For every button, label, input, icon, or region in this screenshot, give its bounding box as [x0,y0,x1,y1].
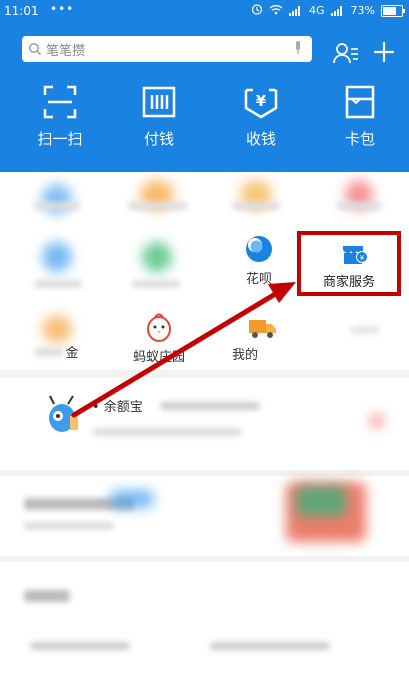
status-bar: 11:01 ••• 4G 73% [0,0,409,24]
blurred-label [350,326,380,334]
quick-action-cards[interactable]: 卡包 [320,84,400,149]
battery-icon [381,4,405,17]
ant-mascot-icon [49,395,78,432]
quick-action-label: 付钱 [143,130,174,148]
blurred-label [336,202,382,210]
blurred-text [92,428,242,436]
status-dots: ••• [50,2,75,16]
merchant-services-label: 商家服务 [322,275,375,290]
huabei-icon [246,236,272,262]
blurred-text [160,402,260,410]
blurred-text [210,642,330,650]
quick-action-label: 收钱 [245,130,276,148]
notice-card[interactable]: • 余额宝 [0,378,409,470]
quick-action-pay[interactable]: 付钱 [119,84,199,149]
blurred-label [34,202,80,210]
blurred-label [128,202,188,210]
blurred-image [296,486,346,516]
search-input[interactable]: 笔笔攒 [22,36,312,62]
app-ant-farm[interactable]: 蚂蚁庄园 [128,312,190,365]
notice-text: • 余额宝 [92,400,143,415]
barcode-icon [142,86,176,118]
shop-icon: ¥ [343,246,368,264]
search-icon [29,43,41,55]
chick-icon [147,313,171,342]
blurred-badge [110,490,154,508]
app-label: 花呗 [245,272,272,287]
card-icon [345,85,375,119]
blurred-text [30,642,130,650]
blurred-label [132,280,180,288]
app-label: 我的 [232,348,259,363]
quick-action-scan[interactable]: 扫一扫 [20,84,100,149]
blurred-app-icon [42,242,72,272]
quick-action-receive[interactable]: ¥ 收钱 [221,84,301,149]
promo-card-2[interactable] [0,562,409,690]
wifi-icon [269,4,283,18]
partial-app-label: 金 [62,342,82,361]
quick-action-label: 扫一扫 [37,130,83,148]
scan-icon [43,85,77,119]
network-type: 4G [309,4,325,17]
truck-icon [249,320,276,338]
quick-action-label: 卡包 [344,130,375,148]
blurred-label [34,280,82,288]
merchant-services-highlight[interactable]: ¥ 商家服务 [297,231,401,296]
blurred-text [24,522,114,530]
microphone-icon[interactable] [294,41,302,55]
app-label: 金 [65,346,79,361]
blurred-label [232,202,280,210]
signal-icon [289,5,303,16]
battery-percent: 73% [350,4,375,17]
app-label: 蚂蚁庄园 [132,350,185,365]
svg-text:¥: ¥ [256,92,267,110]
promo-card[interactable] [0,476,409,556]
plus-icon[interactable] [372,40,396,64]
blurred-text [24,590,70,602]
svg-text:¥: ¥ [360,254,365,262]
search-placeholder: 笔笔攒 [46,43,86,59]
status-time: 11:01 [4,4,39,18]
header: 笔笔攒 扫一扫 付钱 ¥ 收钱 卡包 [0,24,409,172]
blurred-app-icon [142,242,172,272]
blurred-label [34,348,64,356]
alipay-home-screen: 11:01 ••• 4G 73% 笔笔攒 扫一扫 付钱 ¥ 收钱 卡包 花呗 金… [0,0,409,690]
signal-icon-2 [330,5,345,16]
blurred-badge [370,414,384,428]
alarm-icon [251,3,263,18]
blurred-app-icon [42,315,72,343]
yuan-icon: ¥ [244,88,278,119]
contacts-icon[interactable] [333,42,359,64]
app-partial-my[interactable]: 我的 [232,316,292,363]
app-huabei[interactable]: 花呗 [234,234,284,287]
